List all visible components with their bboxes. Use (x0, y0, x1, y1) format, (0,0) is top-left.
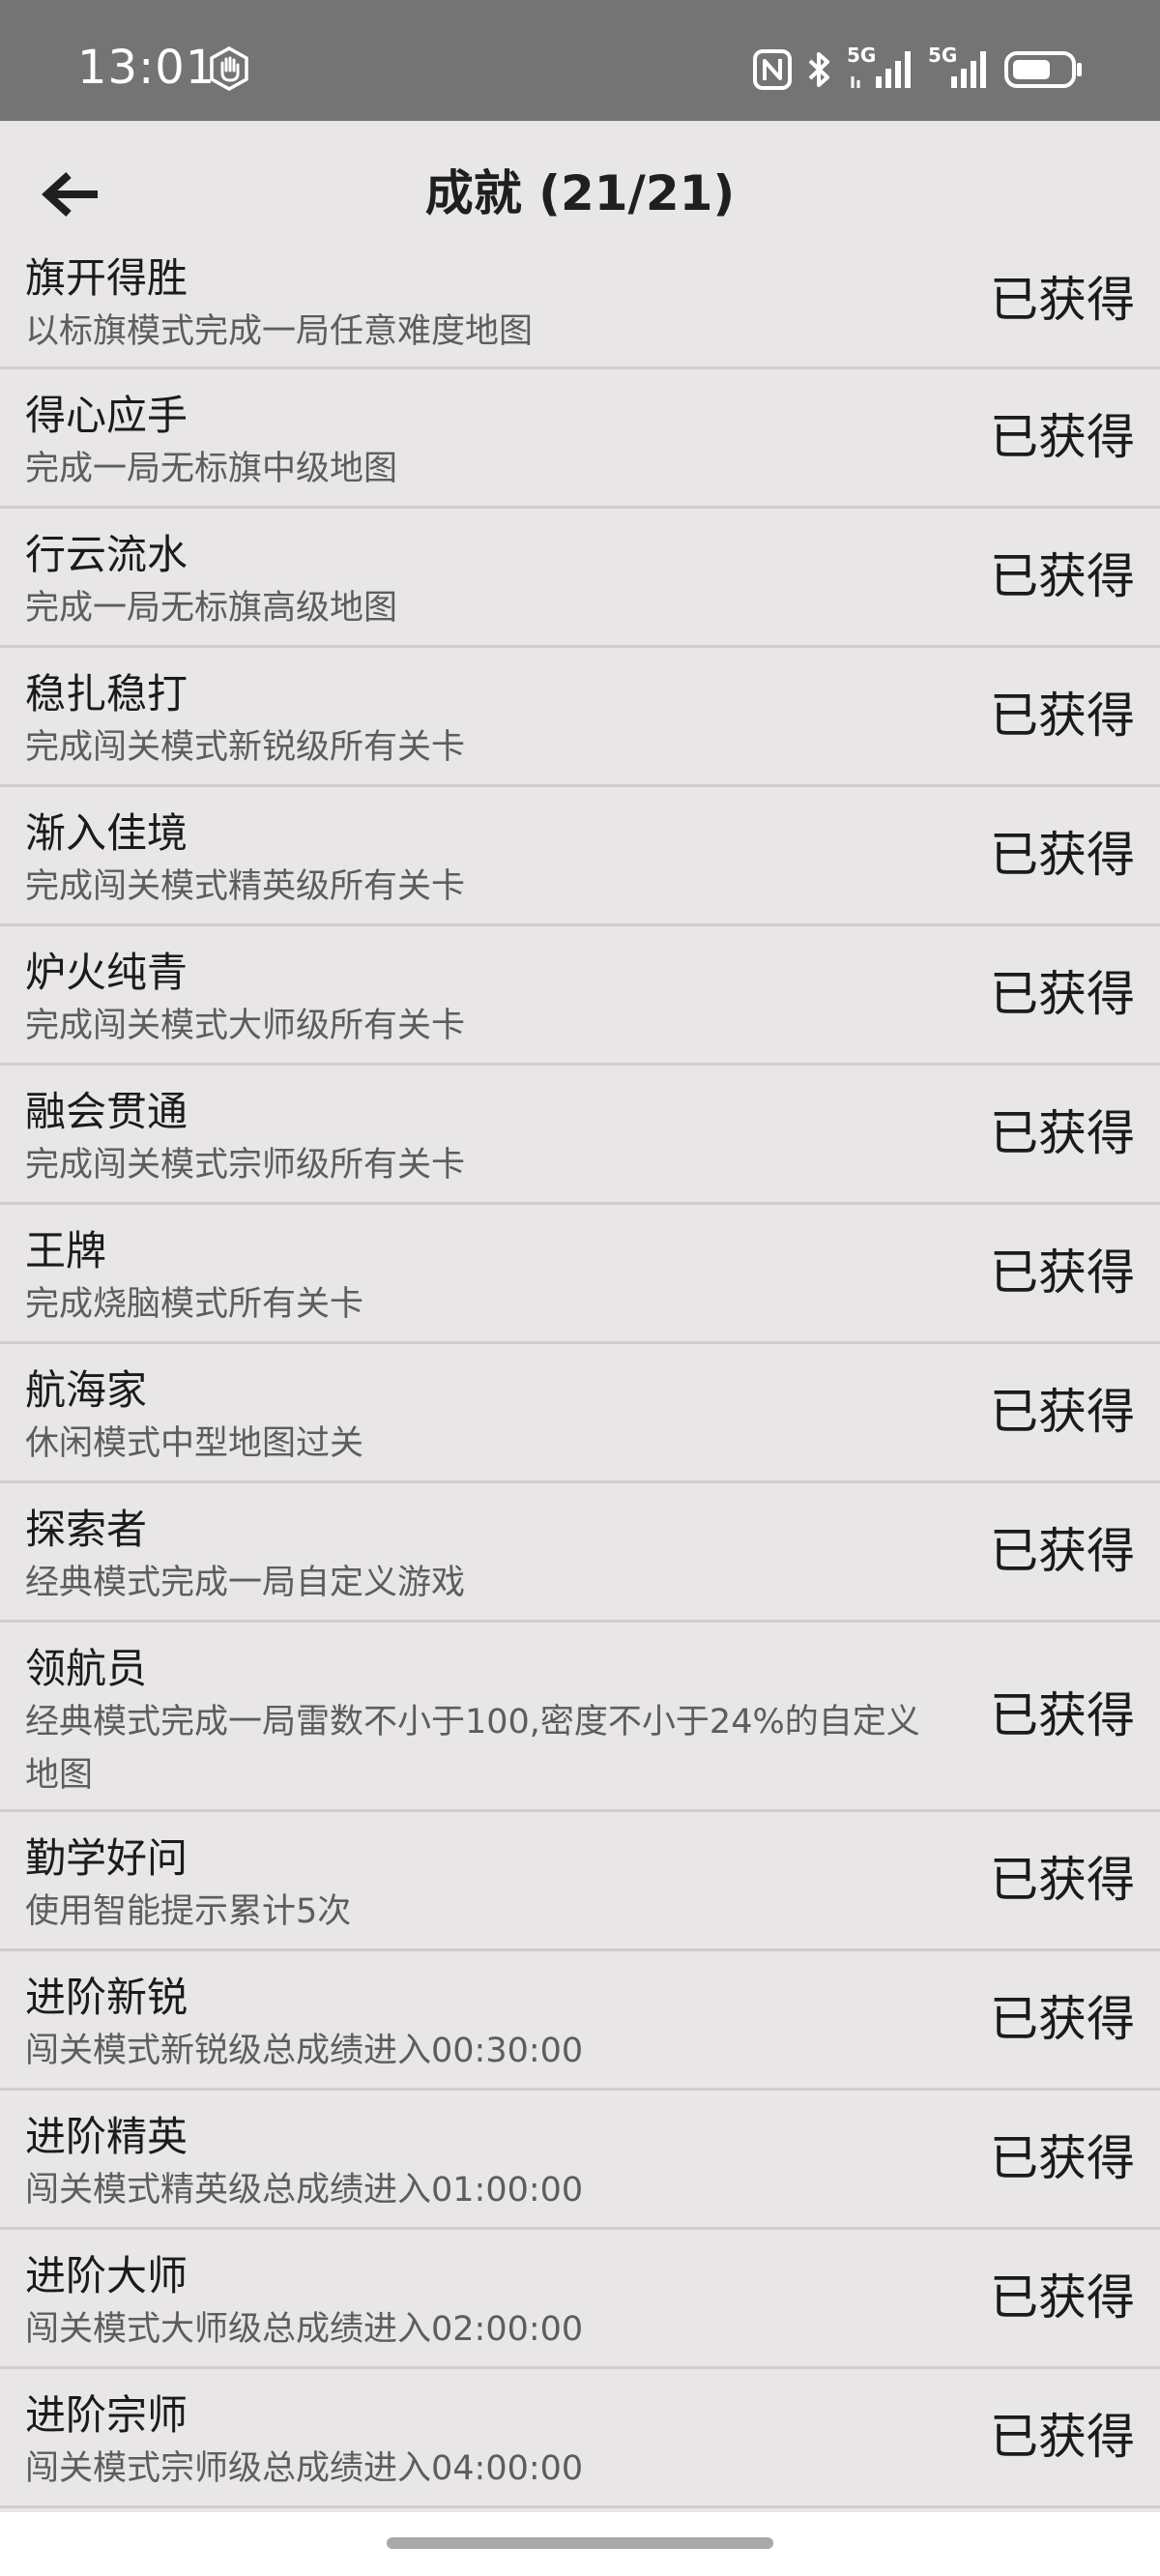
status-bar: 13:01 5G 5G (0, 0, 1160, 121)
list-item[interactable]: 进阶精英 闯关模式精英级总成绩进入01:00:00 已获得 (0, 2091, 1160, 2230)
navigation-bar (0, 2512, 1160, 2576)
list-item[interactable]: 融会贯通 完成闯关模式宗师级所有关卡 已获得 (0, 1066, 1160, 1205)
achievement-desc: 闯关模式大师级总成绩进入02:00:00 (25, 2310, 584, 2349)
list-item[interactable]: 进阶大师 闯关模式大师级总成绩进入02:00:00 已获得 (0, 2230, 1160, 2369)
list-item[interactable]: 领航员 经典模式完成一局雷数不小于100,密度不小于24%的自定义地图 已获得 (0, 1623, 1160, 1812)
list-item[interactable]: 渐入佳境 完成闯关模式精英级所有关卡 已获得 (0, 787, 1160, 926)
achievement-desc: 完成烧脑模式所有关卡 (25, 1285, 364, 1324)
achievement-status: 已获得 (990, 688, 1135, 744)
list-item[interactable]: 勤学好问 使用智能提示累计5次 已获得 (0, 1812, 1160, 1951)
list-item[interactable]: 炉火纯青 完成闯关模式大师级所有关卡 已获得 (0, 926, 1160, 1066)
status-icons: 5G 5G (752, 44, 1085, 95)
achievement-desc: 完成一局无标旗中级地图 (25, 450, 398, 488)
home-indicator[interactable] (387, 2537, 773, 2549)
achievement-title: 航海家 (25, 1366, 148, 1414)
achievement-status: 已获得 (990, 1523, 1135, 1579)
achievement-desc: 闯关模式精英级总成绩进入01:00:00 (25, 2171, 584, 2210)
achievement-desc: 休闲模式中型地图过关 (25, 1424, 364, 1463)
achievement-status: 已获得 (990, 1687, 1135, 1743)
achievement-title: 融会贯通 (25, 1088, 188, 1135)
achievement-title: 领航员 (25, 1645, 148, 1692)
list-item[interactable]: 行云流水 完成一局无标旗高级地图 已获得 (0, 509, 1160, 648)
achievement-desc: 以标旗模式完成一局任意难度地图 (25, 312, 534, 351)
list-item[interactable]: 得心应手 完成一局无标旗中级地图 已获得 (0, 369, 1160, 509)
achievement-title: 进阶精英 (25, 2113, 188, 2160)
achievement-desc: 完成闯关模式精英级所有关卡 (25, 867, 466, 906)
achievement-status: 已获得 (990, 2409, 1135, 2465)
achievement-title: 进阶新锐 (25, 1974, 188, 2021)
achievement-status: 已获得 (990, 272, 1135, 328)
achievement-title: 炉火纯青 (25, 949, 188, 996)
achievement-status: 已获得 (990, 1105, 1135, 1161)
achievement-desc: 使用智能提示累计5次 (25, 1892, 352, 1931)
achievement-desc: 闯关模式新锐级总成绩进入00:30:00 (25, 2032, 584, 2070)
achievements-screen: 13:01 5G 5G 成就 (21/21) 旗开得胜 以标旗模式完成一局任意难… (0, 0, 1160, 2576)
list-item[interactable]: 旗开得胜 以标旗模式完成一局任意难度地图 已获得 (0, 222, 1160, 369)
achievement-status: 已获得 (990, 1244, 1135, 1301)
achievement-desc: 完成闯关模式宗师级所有关卡 (25, 1146, 466, 1185)
list-item[interactable]: 航海家 休闲模式中型地图过关 已获得 (0, 1344, 1160, 1483)
nfc-icon (753, 49, 792, 90)
achievement-status: 已获得 (990, 548, 1135, 604)
achievement-desc: 完成闯关模式新锐级所有关卡 (25, 728, 466, 767)
page-title: 成就 (21/21) (424, 165, 736, 221)
achievement-title: 进阶大师 (25, 2252, 188, 2299)
achievement-status: 已获得 (990, 2130, 1135, 2186)
achievement-title: 渐入佳境 (25, 809, 188, 857)
achievement-status: 已获得 (990, 827, 1135, 883)
hand-icon (210, 46, 248, 91)
status-time: 13:01 (77, 41, 217, 95)
list-item[interactable]: 进阶新锐 闯关模式新锐级总成绩进入00:30:00 已获得 (0, 1951, 1160, 2091)
list-item[interactable]: 王牌 完成烧脑模式所有关卡 已获得 (0, 1205, 1160, 1344)
achievement-status: 已获得 (990, 2269, 1135, 2326)
achievement-status: 已获得 (990, 966, 1135, 1022)
achievement-title: 行云流水 (25, 531, 188, 578)
achievement-status: 已获得 (990, 1852, 1135, 1908)
achievement-desc: 完成一局无标旗高级地图 (25, 589, 398, 628)
achievement-list[interactable]: 旗开得胜 以标旗模式完成一局任意难度地图 已获得 得心应手 完成一局无标旗中级地… (0, 222, 1160, 2512)
achievement-status: 已获得 (990, 409, 1135, 465)
achievement-title: 得心应手 (25, 392, 188, 439)
achievement-title: 探索者 (25, 1506, 148, 1553)
achievement-desc: 完成闯关模式大师级所有关卡 (25, 1007, 466, 1045)
battery-icon (1004, 51, 1082, 88)
achievement-title: 稳扎稳打 (25, 670, 188, 717)
achievement-desc: 闯关模式宗师级总成绩进入04:00:00 (25, 2449, 584, 2488)
list-item[interactable]: 稳扎稳打 完成闯关模式新锐级所有关卡 已获得 (0, 648, 1160, 787)
achievement-title: 进阶宗师 (25, 2391, 188, 2439)
list-item[interactable]: 进阶宗师 闯关模式宗师级总成绩进入04:00:00 已获得 (0, 2369, 1160, 2508)
achievement-desc: 经典模式完成一局自定义游戏 (25, 1564, 466, 1602)
achievement-status: 已获得 (990, 1384, 1135, 1440)
achievement-desc: 经典模式完成一局雷数不小于100,密度不小于24%的自定义地图 (25, 1703, 920, 1795)
list-item[interactable]: 探索者 经典模式完成一局自定义游戏 已获得 (0, 1483, 1160, 1623)
signal-icon-1: 5G (847, 44, 914, 92)
achievement-title: 勤学好问 (25, 1834, 188, 1882)
achievement-title: 旗开得胜 (25, 254, 188, 302)
achievement-status: 已获得 (990, 1991, 1135, 2047)
bluetooth-icon (808, 52, 829, 87)
signal-icon-2: 5G (928, 44, 990, 92)
achievement-title: 王牌 (25, 1227, 107, 1274)
